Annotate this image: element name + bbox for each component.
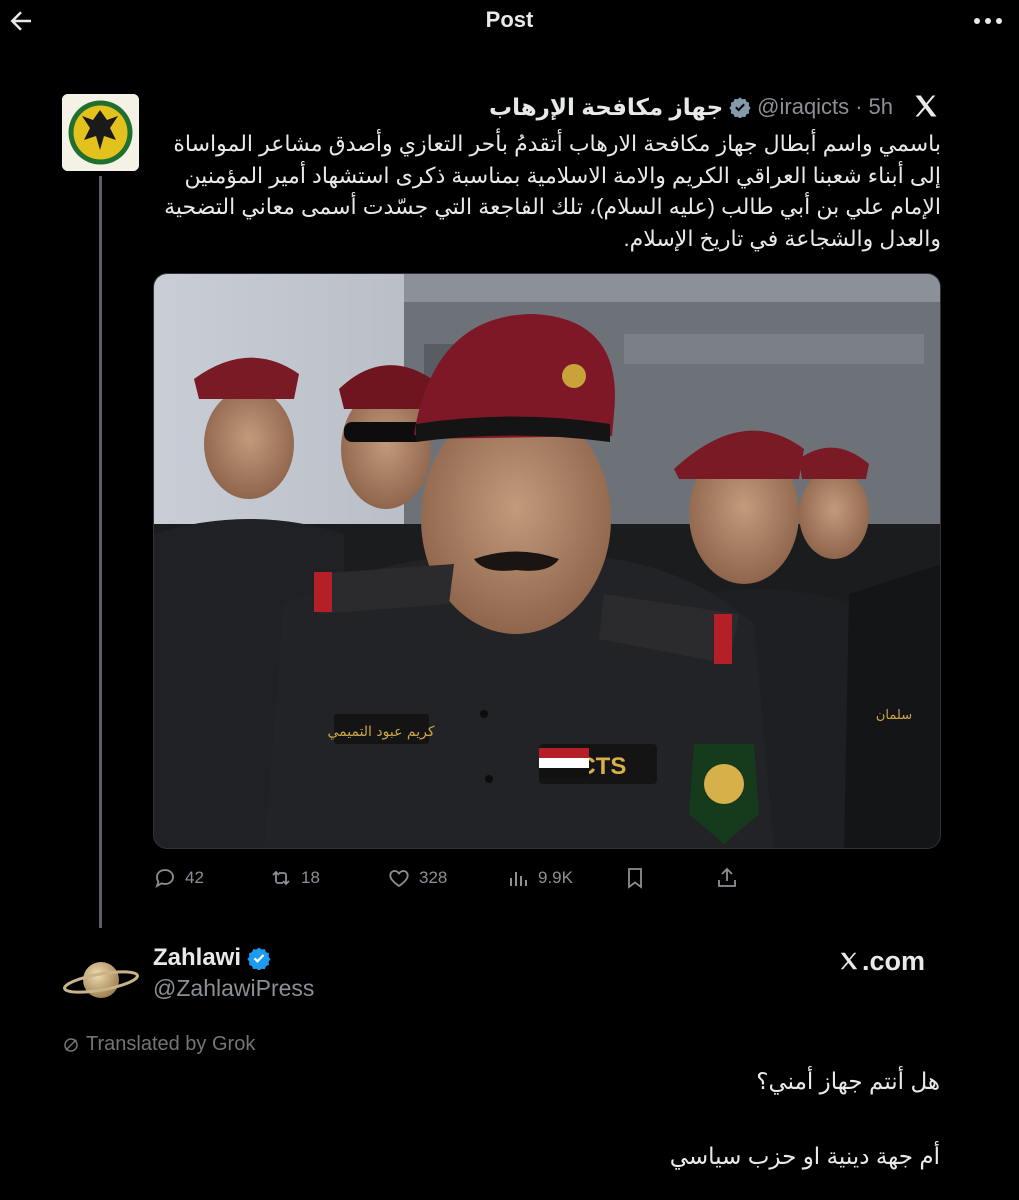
reply-author-handle[interactable]: @ZahlawiPress: [153, 975, 314, 1002]
side-name-tape: سلمان: [876, 708, 912, 723]
saturn-icon: [62, 942, 140, 1020]
quoted-author-handle[interactable]: @iraqicts: [757, 94, 849, 120]
share-icon: [718, 867, 736, 887]
translated-text: Translated by Grok: [86, 1033, 256, 1055]
reply-author-name[interactable]: Zahlawi: [153, 944, 241, 972]
soldiers-photo: ICTS كريم عبود التميمي سلمان: [154, 274, 940, 848]
repost-button[interactable]: 18: [269, 862, 320, 894]
avatar-iraqicts[interactable]: [62, 94, 139, 171]
x-logo-icon: [915, 95, 937, 117]
bookmark-icon: [628, 868, 642, 889]
reply-button[interactable]: 42: [153, 862, 204, 894]
page-title: Post: [485, 7, 534, 32]
bookmark-button[interactable]: [623, 862, 647, 894]
quoted-author-line: جهاز مكافحة الإرهاب @iraqicts · 5h: [153, 92, 893, 122]
like-button[interactable]: 328: [387, 862, 447, 894]
blue-verified-badge-icon: [247, 947, 271, 970]
repost-count: 18: [301, 868, 320, 887]
repost-icon: [272, 870, 290, 886]
post-time[interactable]: 5h: [869, 94, 893, 120]
x-com-watermark: .com: [838, 944, 925, 978]
top-bar: Post: [0, 0, 1019, 42]
grok-icon: [64, 1037, 78, 1052]
avatar-zahlawi[interactable]: [62, 942, 140, 1020]
reply-author-row: Zahlawi: [153, 943, 271, 973]
quoted-author-name[interactable]: جهاز مكافحة الإرهاب: [489, 94, 723, 121]
share-button[interactable]: [715, 862, 739, 894]
like-count: 328: [419, 868, 448, 887]
quoted-post-text: باسمي واسم أبطال جهاز مكافحة الارهاب أتق…: [164, 131, 941, 251]
views-button[interactable]: 9.9K: [506, 862, 573, 894]
views-chart-icon: [510, 872, 527, 886]
separator-dot: ·: [855, 94, 863, 119]
x-logo-icon: [840, 952, 858, 970]
reply-text-line-1: هل أنتم جهاز أمني؟: [756, 1068, 940, 1094]
gray-verified-badge-icon: [729, 97, 751, 118]
icts-emblem-icon: [62, 94, 139, 171]
reply-count: 42: [185, 868, 204, 887]
translated-by-grok-label[interactable]: Translated by Grok: [62, 1033, 255, 1056]
post-action-bar: 42 18 328 9.9K: [153, 862, 753, 894]
view-count: 9.9K: [538, 868, 573, 887]
post-media-photo[interactable]: ICTS كريم عبود التميمي سلمان: [153, 273, 941, 849]
heart-icon: [389, 870, 409, 888]
officer-name-tape: كريم عبود التميمي: [327, 724, 434, 740]
thread-connector-line: [99, 176, 102, 928]
x-com-text: .com: [862, 945, 926, 976]
reply-text-line-2: أم جهة دينية او حزب سياسي: [669, 1143, 940, 1169]
reply-icon: [155, 869, 174, 889]
more-horizontal-icon[interactable]: [971, 6, 1005, 36]
